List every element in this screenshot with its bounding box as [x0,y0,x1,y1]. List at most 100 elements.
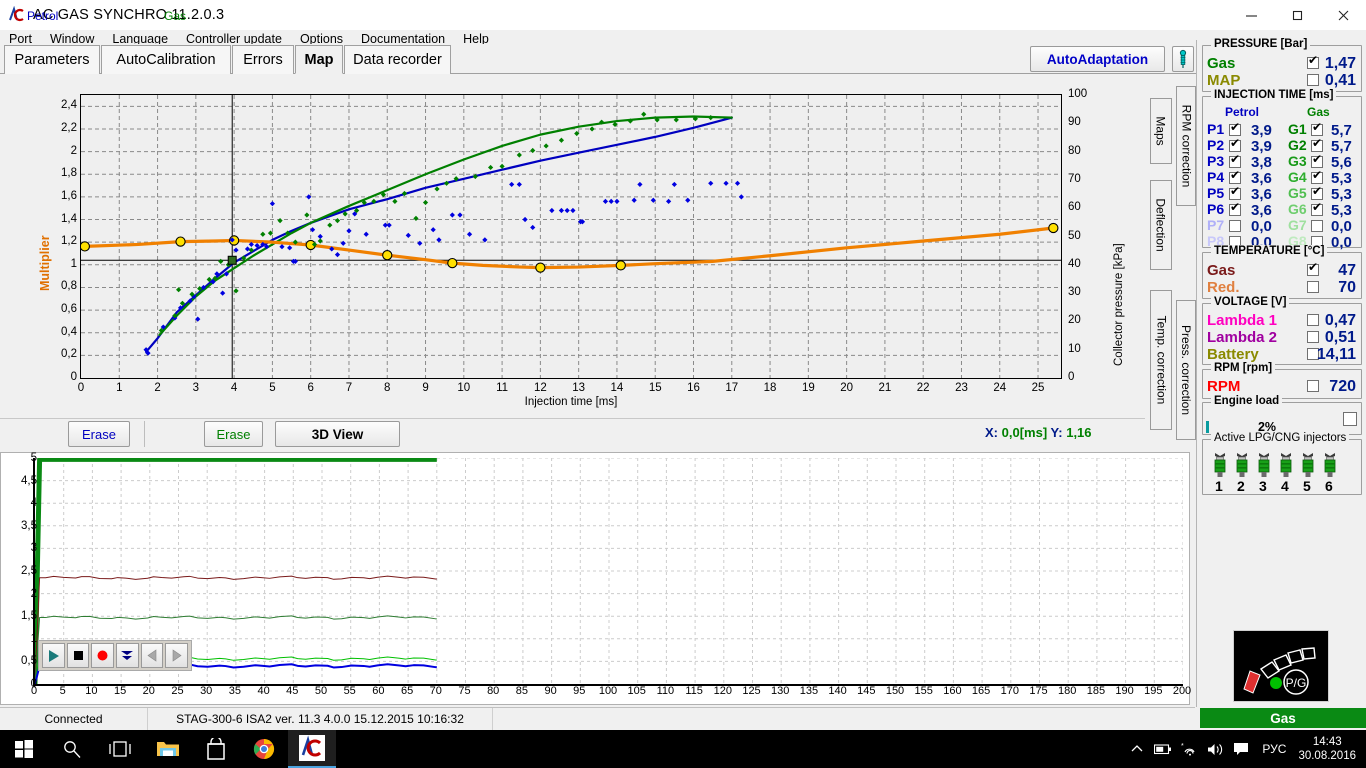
tab-errors[interactable]: Errors [232,45,294,74]
injection-gas-checkbox-3[interactable] [1311,153,1323,168]
clock[interactable]: 14:43 30.08.2016 [1294,735,1366,763]
recorder-chart-plot[interactable] [33,458,1183,686]
stop-icon[interactable] [66,643,90,668]
voltage-lambda1-checkbox[interactable] [1307,314,1319,326]
recorder-chart-x-tick: 40 [257,685,270,697]
map-chart-y2-tick: 100 [1068,88,1088,100]
language-indicator[interactable]: РУС [1254,742,1294,756]
injection-petrol-value-6: 3,6 [1251,202,1272,219]
rpm-checkbox[interactable] [1307,380,1319,392]
recorder-chart-x-tick: 15 [113,685,127,697]
minimize-button[interactable] [1228,0,1274,30]
group-active-injectors: Active LPG/CNG injectors 123456 [1202,432,1362,495]
maximize-button[interactable] [1274,0,1320,30]
window-title: AC GAS SYNCHRO 11.2.0.3 [33,7,225,23]
injection-gas-value-2: 5,7 [1331,138,1352,155]
tab-parameters[interactable]: Parameters [4,45,100,74]
injection-petrol-label-6: P6 [1207,201,1225,217]
voltage-lambda2-value: 0,51 [1324,329,1356,346]
injection-gas-label-4: G4 [1288,169,1307,185]
injection-petrol-value-3: 3,8 [1251,154,1272,171]
injection-petrol-checkbox-4[interactable] [1229,169,1241,184]
title-bar: AC GAS SYNCHRO 11.2.0.3 [0,0,1366,30]
store-icon[interactable] [192,730,240,768]
injection-petrol-checkbox-2[interactable] [1229,137,1241,152]
recorder-chart-x-tick: 140 [828,685,847,697]
vtab-press-correction-label: Press. correction [1179,324,1193,416]
injection-gas-checkbox-4[interactable] [1311,169,1323,184]
map-chart-x-tick: 3 [192,382,200,394]
temperature-reducer-checkbox[interactable] [1307,281,1319,293]
recorder-chart-x-tick: 200 [1172,685,1192,697]
vtab-temp-correction[interactable]: Temp. correction [1150,290,1172,430]
tab-data-recorder[interactable]: Data recorder [344,45,451,74]
vtab-deflection-label: Deflection [1154,198,1168,252]
chrome-icon[interactable] [240,730,288,768]
injection-gas-label-3: G3 [1288,153,1307,169]
injection-gas-checkbox-2[interactable] [1311,137,1323,152]
engine-load-checkbox[interactable] [1343,412,1357,426]
temperature-gas-checkbox[interactable] [1307,261,1319,276]
chevron-up-icon[interactable] [1124,730,1150,768]
map-chart-x-tick: 19 [801,382,815,394]
map-chart-x-tick: 1 [116,382,123,394]
ac-gas-synchro-icon[interactable] [288,730,336,768]
play-icon[interactable] [42,643,65,668]
pressure-map-checkbox[interactable] [1307,74,1319,86]
gas-erase-button[interactable]: Erase [204,421,263,447]
tab-autocalibration[interactable]: AutoCalibration [101,45,231,74]
injection-petrol-checkbox-3[interactable] [1229,153,1241,168]
wifi-icon[interactable]: * [1176,730,1202,768]
voltage-lambda2-checkbox[interactable] [1307,331,1319,343]
map-chart-x-tick: 18 [763,382,777,394]
recorder-chart-x-tick: 70 [429,685,442,697]
battery-icon[interactable] [1150,730,1176,768]
vtab-deflection[interactable]: Deflection [1150,180,1172,270]
notifications-icon[interactable] [1228,730,1254,768]
map-chart-panel: 0 0,2 0,4 0,6 0,8 1 1,2 1,4 1,6 1,8 2 2,2 2,4 0 10 20 30… [0,76,1145,416]
close-button[interactable] [1320,0,1366,30]
map-chart-y2-tick: 30 [1068,286,1081,299]
map-chart-x-tick: 13 [572,382,586,394]
autoadaptation-button[interactable]: AutoAdaptation [1030,46,1165,72]
injection-gas-checkbox-5[interactable] [1311,185,1323,200]
injection-gas-checkbox-1[interactable] [1311,121,1323,136]
windows-start-icon[interactable] [0,730,48,768]
recorder-chart-x-tick: 90 [544,685,557,697]
map-chart-y-tick: 1,6 [61,189,77,202]
recorder-chart-y-tick: 2,5 [21,565,37,577]
fuel-gauge-icon[interactable]: P/G [1233,630,1329,702]
injection-gas-checkbox-6[interactable] [1311,201,1323,216]
vtab-rpm-correction[interactable]: RPM correction [1176,86,1196,206]
tab-map[interactable]: Map [295,45,343,74]
group-pressure-title: PRESSURE [Bar] [1211,38,1311,50]
vtab-maps[interactable]: Maps [1150,98,1172,164]
search-icon[interactable] [48,730,96,768]
map-chart-svg [81,95,1061,378]
map-chart-y-tick: 2,2 [61,121,77,134]
previous-icon[interactable] [140,643,164,668]
file-explorer-icon[interactable] [144,730,192,768]
vtab-press-correction[interactable]: Press. correction [1176,300,1196,440]
next-icon[interactable] [165,643,189,668]
injection-gas-checkbox-7[interactable] [1311,220,1323,232]
recorder-chart-x-tick: 185 [1086,685,1106,697]
volume-icon[interactable] [1202,730,1228,768]
map-chart-plot[interactable] [80,94,1062,379]
recorder-chart-x-tick: 180 [1058,685,1077,697]
map-chart-x-tick: 8 [384,382,391,394]
3d-view-button[interactable]: 3D View [275,421,400,447]
injection-petrol-checkbox-5[interactable] [1229,185,1241,200]
injection-petrol-checkbox-6[interactable] [1229,201,1241,216]
syringe-icon[interactable] [1172,46,1194,72]
injection-petrol-checkbox-1[interactable] [1229,121,1241,136]
recorder-chart-x-tick: 30 [200,685,213,697]
injection-petrol-checkbox-7[interactable] [1229,220,1241,232]
group-engine-load-title: Engine load [1211,395,1283,407]
pressure-gas-checkbox[interactable] [1307,54,1319,69]
petrol-erase-button[interactable]: Erase [68,421,130,447]
recorder-chart-y-tick: 2 [30,587,37,600]
record-icon[interactable] [91,643,115,668]
download-icon[interactable] [116,643,139,668]
task-view-icon[interactable] [96,730,144,768]
